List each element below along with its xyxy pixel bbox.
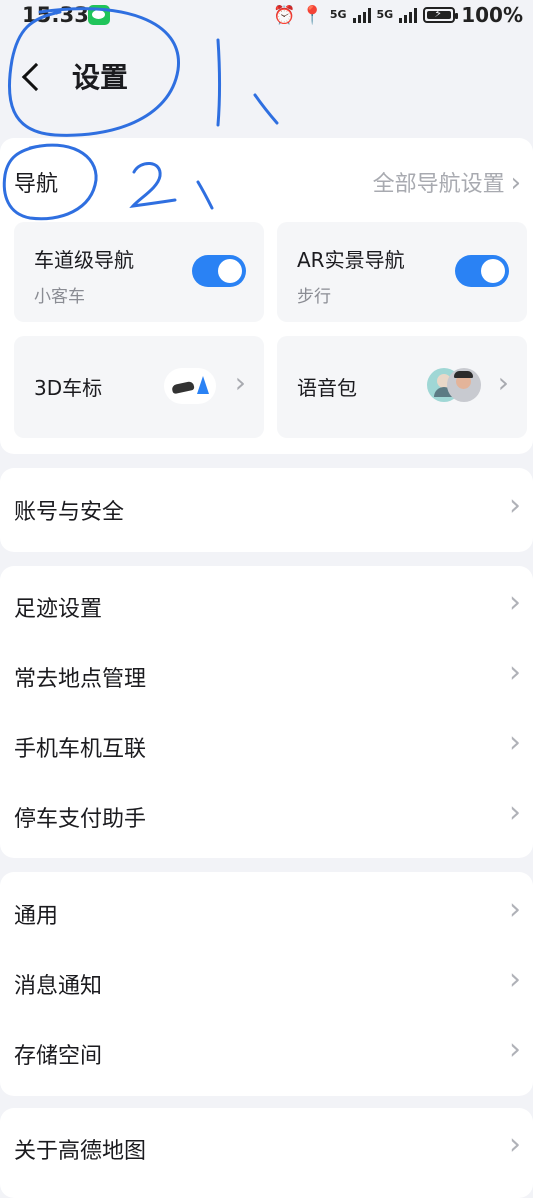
- menu-item-storage[interactable]: 存储空间 ›: [0, 1019, 533, 1089]
- lane-navigation-subtitle: 小客车: [34, 287, 85, 307]
- all-navigation-settings-link[interactable]: 全部导航设置: [373, 166, 521, 198]
- chevron-right-icon: ›: [509, 892, 521, 927]
- menu-item-parking-pay[interactable]: 停车支付助手 ›: [0, 782, 533, 852]
- menu-item-frequent-places[interactable]: 常去地点管理 ›: [0, 642, 533, 712]
- menu-item-account[interactable]: 账号与安全 ›: [0, 475, 533, 545]
- location-icon: 📍: [301, 4, 324, 26]
- chevron-right-icon: ›: [509, 1032, 521, 1067]
- voice-avatar-2: [447, 368, 481, 402]
- menu-label: 手机车机互联: [14, 737, 147, 762]
- car-icon-title: 3D车标: [34, 376, 103, 400]
- status-bar: 15:33 ⏰ 📍 5G 5G 100%: [0, 0, 533, 32]
- battery-level: 100%: [461, 3, 523, 27]
- ar-navigation-subtitle: 步行: [297, 287, 331, 307]
- chevron-right-icon: ›: [509, 488, 521, 523]
- network-label-1: 5G: [329, 8, 347, 21]
- battery-icon: [423, 7, 459, 23]
- lane-navigation-title: 车道级导航: [34, 248, 134, 272]
- chevron-right-icon: ›: [509, 795, 521, 830]
- menu-item-phone-car[interactable]: 手机车机互联 ›: [0, 712, 533, 782]
- signal-icon-2: [399, 7, 418, 23]
- ar-navigation-toggle[interactable]: [455, 255, 509, 287]
- voice-pack-title: 语音包: [297, 376, 357, 400]
- car-icon-preview: [164, 368, 216, 404]
- footprint-section: 足迹设置 › 常去地点管理 › 手机车机互联 › 停车支付助手 ›: [0, 566, 533, 858]
- menu-item-about[interactable]: 关于高德地图 ›: [0, 1114, 533, 1184]
- status-time: 15:33: [22, 3, 89, 27]
- chevron-right-icon: ›: [509, 962, 521, 997]
- voice-pack-card[interactable]: 语音包 ›: [277, 336, 527, 438]
- menu-label: 存储空间: [14, 1044, 103, 1069]
- alarm-icon: ⏰: [272, 4, 296, 26]
- menu-item-footprint[interactable]: 足迹设置 ›: [0, 572, 533, 642]
- lane-navigation-card[interactable]: 车道级导航 小客车: [14, 222, 264, 322]
- navigation-section: 导航 全部导航设置 车道级导航 小客车 AR实景导航 步行 3D车标 › 语音包…: [0, 138, 533, 454]
- header: 设置: [0, 32, 533, 128]
- menu-item-notifications[interactable]: 消息通知 ›: [0, 949, 533, 1019]
- back-button[interactable]: [14, 52, 54, 102]
- menu-label: 停车支付助手: [14, 807, 147, 832]
- navigation-title: 导航: [14, 172, 59, 197]
- account-section: 账号与安全 ›: [0, 468, 533, 552]
- wechat-icon: [88, 5, 110, 25]
- car-icon-card[interactable]: 3D车标 ›: [14, 336, 264, 438]
- status-icons: ⏰ 📍 5G 5G 100%: [273, 3, 523, 27]
- menu-label: 关于高德地图: [14, 1139, 147, 1164]
- chevron-right-icon: ›: [509, 655, 521, 690]
- signal-icon: [352, 7, 371, 23]
- navigation-header: 导航 全部导航设置: [0, 138, 533, 222]
- menu-label: 足迹设置: [14, 597, 103, 622]
- chevron-right-icon: ›: [509, 1127, 521, 1162]
- menu-label: 常去地点管理: [14, 667, 147, 692]
- lane-navigation-toggle[interactable]: [192, 255, 246, 287]
- menu-item-general[interactable]: 通用 ›: [0, 879, 533, 949]
- about-section: 关于高德地图 ›: [0, 1108, 533, 1198]
- navigation-cards: 车道级导航 小客车 AR实景导航 步行 3D车标 › 语音包 ›: [0, 222, 533, 454]
- chevron-right-icon: ›: [509, 585, 521, 620]
- chevron-right-icon: ›: [234, 366, 246, 399]
- network-label-2: 5G: [376, 8, 394, 21]
- menu-label: 账号与安全: [14, 500, 125, 525]
- menu-label: 通用: [14, 904, 59, 929]
- general-section: 通用 › 消息通知 › 存储空间 ›: [0, 872, 533, 1096]
- ar-navigation-title: AR实景导航: [297, 248, 405, 272]
- chevron-right-icon: ›: [509, 725, 521, 760]
- menu-label: 消息通知: [14, 974, 103, 999]
- ar-navigation-card[interactable]: AR实景导航 步行: [277, 222, 527, 322]
- chevron-right-icon: ›: [497, 366, 509, 399]
- page-title: 设置: [72, 61, 129, 94]
